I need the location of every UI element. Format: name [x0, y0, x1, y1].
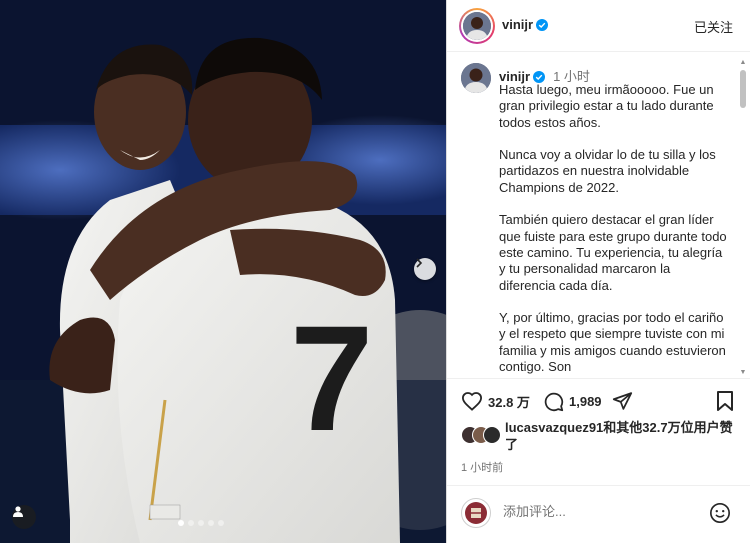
- caption-paragraph: Nunca voy a olvidar lo de tu silla y los…: [499, 147, 716, 195]
- save-action[interactable]: [717, 391, 733, 411]
- post-image: 7: [0, 0, 446, 543]
- avatar: [463, 12, 491, 40]
- post-timestamp[interactable]: 1 小时前: [461, 459, 503, 475]
- caption-paragraph: Hasta luego, meu irmãooooo. Fue un gran …: [499, 82, 714, 130]
- caption-scroll-area[interactable]: vinijr 1 小时 Hasta luego, meu irmãooooo. …: [447, 53, 750, 376]
- scroll-down-icon[interactable]: ▼: [739, 369, 747, 376]
- comment-composer: [447, 485, 750, 543]
- likes-summary[interactable]: lucasvazquez91和其他32.7万位用户赞了: [505, 419, 741, 453]
- jersey-number: 7: [290, 294, 373, 462]
- avatar: [483, 426, 501, 444]
- carousel-indicator: [178, 520, 224, 526]
- post-photo[interactable]: 7: [0, 0, 446, 543]
- emoji-icon[interactable]: [709, 502, 731, 524]
- comment-count[interactable]: 1,989: [569, 394, 602, 409]
- caption-avatar[interactable]: [461, 63, 491, 93]
- chevron-right-icon: [416, 258, 423, 268]
- carousel-dot: [218, 520, 224, 526]
- post-sidebar: vinijr 已关注 vinijr 1 小时 Hasta luego, meu …: [446, 0, 750, 543]
- carousel-dot: [188, 520, 194, 526]
- caption-scrollbar[interactable]: ▲ ▼: [739, 59, 747, 376]
- scroll-up-icon[interactable]: ▲: [739, 59, 747, 66]
- carousel-dot: [208, 520, 214, 526]
- next-photo-button[interactable]: [414, 258, 436, 280]
- story-ring[interactable]: [459, 8, 495, 44]
- comment-action[interactable]: 1,989: [543, 391, 602, 412]
- tagged-users-button[interactable]: [12, 505, 36, 529]
- verified-badge-icon: [536, 19, 549, 31]
- caption-paragraph: Y, por último, gracias por todo el cariñ…: [499, 310, 726, 375]
- share-icon[interactable]: [612, 391, 633, 411]
- author-username[interactable]: vinijr: [502, 17, 549, 32]
- liker-avatars[interactable]: [461, 426, 501, 444]
- comment-icon[interactable]: [543, 391, 564, 412]
- caption-paragraph: También quiero destacar el gran líder qu…: [499, 212, 727, 293]
- username-text[interactable]: vinijr: [502, 17, 533, 32]
- bookmark-icon[interactable]: [717, 391, 733, 411]
- following-button[interactable]: 已关注: [694, 17, 733, 36]
- post-header: vinijr 已关注: [447, 0, 750, 52]
- action-bar: 32.8 万 1,989: [447, 378, 750, 423]
- caption-text: Hasta luego, meu irmãooooo. Fue un gran …: [499, 82, 727, 376]
- person-icon: [13, 506, 23, 517]
- carousel-dot: [178, 520, 184, 526]
- carousel-dot: [198, 520, 204, 526]
- share-action[interactable]: [612, 391, 633, 411]
- heart-icon[interactable]: [461, 391, 483, 411]
- scrollbar-thumb[interactable]: [740, 70, 746, 108]
- like-action[interactable]: 32.8 万: [461, 391, 530, 411]
- like-count[interactable]: 32.8 万: [488, 392, 530, 411]
- comment-input[interactable]: [503, 504, 693, 519]
- my-avatar: [461, 498, 491, 528]
